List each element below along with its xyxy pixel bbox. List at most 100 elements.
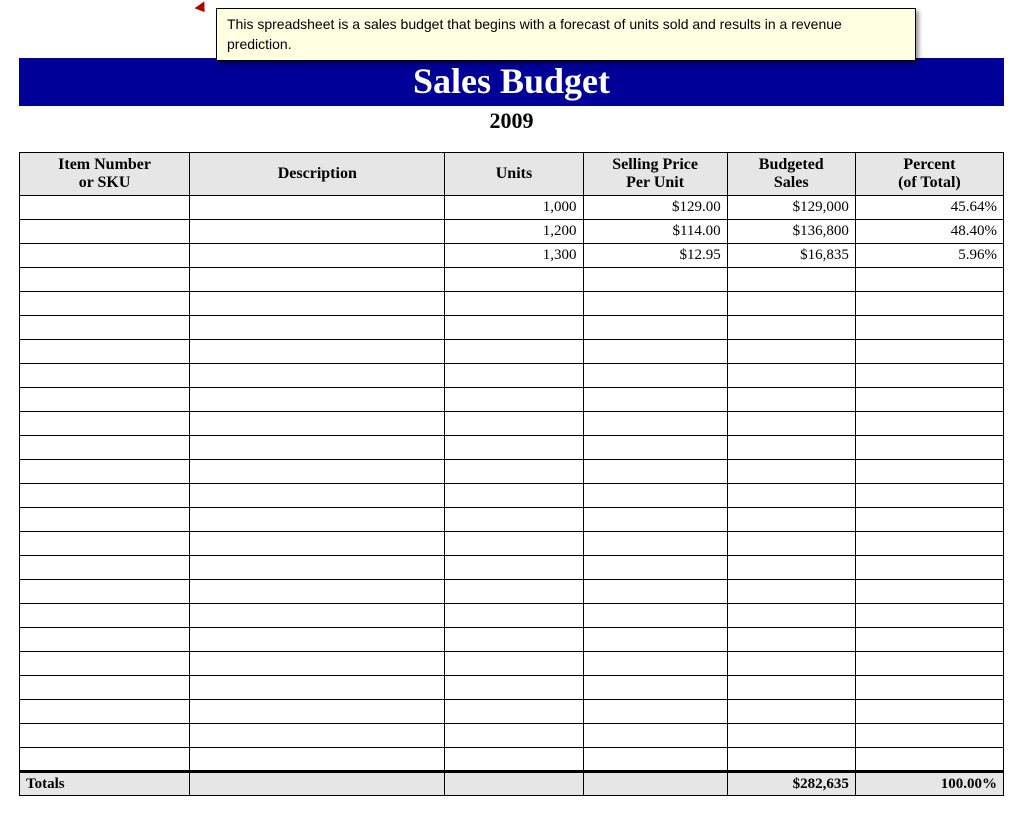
totals-description-cell[interactable] — [190, 772, 445, 796]
cell-sales[interactable]: $136,800 — [727, 220, 855, 244]
cell-description[interactable] — [190, 436, 445, 460]
cell-sales[interactable] — [727, 604, 855, 628]
cell-price[interactable] — [583, 388, 727, 412]
cell-sales[interactable] — [727, 484, 855, 508]
cell-units[interactable] — [445, 436, 583, 460]
cell-sku[interactable] — [20, 364, 190, 388]
cell-price[interactable] — [583, 316, 727, 340]
cell-percent[interactable] — [855, 556, 1003, 580]
cell-sales[interactable] — [727, 580, 855, 604]
cell-price[interactable] — [583, 532, 727, 556]
cell-sku[interactable] — [20, 484, 190, 508]
cell-percent[interactable] — [855, 460, 1003, 484]
cell-percent[interactable] — [855, 676, 1003, 700]
cell-price[interactable]: $12.95 — [583, 244, 727, 268]
cell-sales[interactable] — [727, 508, 855, 532]
cell-units[interactable] — [445, 316, 583, 340]
cell-sales[interactable] — [727, 388, 855, 412]
cell-price[interactable] — [583, 460, 727, 484]
cell-price[interactable] — [583, 340, 727, 364]
cell-price[interactable] — [583, 604, 727, 628]
cell-description[interactable] — [190, 340, 445, 364]
cell-sales[interactable] — [727, 724, 855, 748]
cell-sku[interactable] — [20, 268, 190, 292]
cell-units[interactable] — [445, 748, 583, 772]
cell-description[interactable] — [190, 268, 445, 292]
cell-sku[interactable] — [20, 556, 190, 580]
col-header-price[interactable]: Selling Price Per Unit — [583, 153, 727, 196]
cell-units[interactable] — [445, 628, 583, 652]
cell-description[interactable] — [190, 556, 445, 580]
cell-price[interactable] — [583, 412, 727, 436]
cell-description[interactable] — [190, 292, 445, 316]
cell-percent[interactable]: 48.40% — [855, 220, 1003, 244]
cell-sku[interactable] — [20, 580, 190, 604]
cell-description[interactable] — [190, 652, 445, 676]
cell-description[interactable] — [190, 604, 445, 628]
cell-percent[interactable] — [855, 340, 1003, 364]
cell-sku[interactable] — [20, 196, 190, 220]
cell-percent[interactable]: 45.64% — [855, 196, 1003, 220]
cell-sales[interactable] — [727, 340, 855, 364]
cell-units[interactable] — [445, 268, 583, 292]
col-header-sku[interactable]: Item Number or SKU — [20, 153, 190, 196]
cell-sku[interactable] — [20, 436, 190, 460]
cell-price[interactable] — [583, 748, 727, 772]
cell-sales[interactable] — [727, 292, 855, 316]
cell-sku[interactable] — [20, 604, 190, 628]
col-header-description[interactable]: Description — [190, 153, 445, 196]
cell-units[interactable] — [445, 388, 583, 412]
cell-percent[interactable] — [855, 436, 1003, 460]
cell-price[interactable] — [583, 364, 727, 388]
cell-sales[interactable] — [727, 316, 855, 340]
cell-sku[interactable] — [20, 724, 190, 748]
cell-sales[interactable]: $16,835 — [727, 244, 855, 268]
cell-description[interactable] — [190, 196, 445, 220]
cell-price[interactable] — [583, 700, 727, 724]
cell-sku[interactable] — [20, 220, 190, 244]
cell-percent[interactable] — [855, 484, 1003, 508]
col-header-units[interactable]: Units — [445, 153, 583, 196]
cell-description[interactable] — [190, 484, 445, 508]
cell-sku[interactable] — [20, 628, 190, 652]
cell-price[interactable]: $114.00 — [583, 220, 727, 244]
cell-percent[interactable] — [855, 652, 1003, 676]
cell-price[interactable] — [583, 628, 727, 652]
cell-units[interactable] — [445, 508, 583, 532]
cell-units[interactable] — [445, 460, 583, 484]
cell-sales[interactable] — [727, 460, 855, 484]
cell-units[interactable] — [445, 652, 583, 676]
cell-sku[interactable] — [20, 412, 190, 436]
cell-sales[interactable]: $129,000 — [727, 196, 855, 220]
cell-price[interactable] — [583, 484, 727, 508]
cell-units[interactable] — [445, 484, 583, 508]
cell-sku[interactable] — [20, 340, 190, 364]
cell-sales[interactable] — [727, 676, 855, 700]
cell-units[interactable] — [445, 724, 583, 748]
cell-percent[interactable] — [855, 412, 1003, 436]
cell-units[interactable] — [445, 676, 583, 700]
cell-sales[interactable] — [727, 628, 855, 652]
cell-description[interactable] — [190, 748, 445, 772]
cell-sku[interactable] — [20, 316, 190, 340]
cell-units[interactable] — [445, 556, 583, 580]
cell-sku[interactable] — [20, 508, 190, 532]
cell-price[interactable] — [583, 436, 727, 460]
cell-price[interactable] — [583, 556, 727, 580]
cell-units[interactable] — [445, 580, 583, 604]
cell-units[interactable] — [445, 340, 583, 364]
cell-percent[interactable] — [855, 316, 1003, 340]
cell-description[interactable] — [190, 220, 445, 244]
col-header-percent[interactable]: Percent (of Total) — [855, 153, 1003, 196]
cell-sales[interactable] — [727, 364, 855, 388]
cell-percent[interactable] — [855, 700, 1003, 724]
cell-units[interactable] — [445, 292, 583, 316]
col-header-sales[interactable]: Budgeted Sales — [727, 153, 855, 196]
cell-price[interactable] — [583, 508, 727, 532]
cell-percent[interactable] — [855, 508, 1003, 532]
cell-sku[interactable] — [20, 244, 190, 268]
cell-sku[interactable] — [20, 676, 190, 700]
cell-percent[interactable] — [855, 268, 1003, 292]
cell-price[interactable]: $129.00 — [583, 196, 727, 220]
cell-percent[interactable] — [855, 604, 1003, 628]
